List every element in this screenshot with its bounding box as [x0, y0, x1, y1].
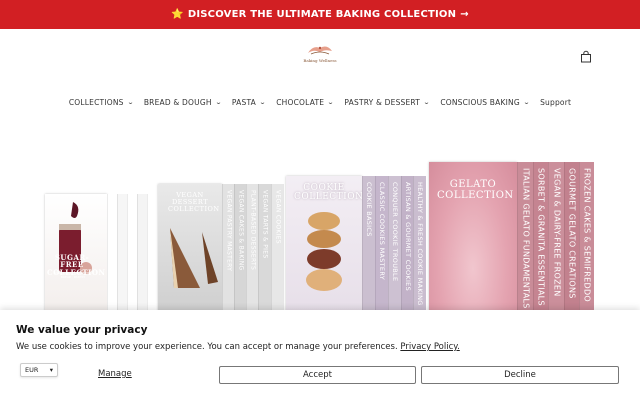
book-set-sugar-free[interactable]: SUGAR-FREE COLLECTION SUGAR-FREE DESSERT… — [45, 194, 157, 310]
chevron-down-icon: ⌄ — [327, 98, 335, 106]
book-spine — [127, 194, 137, 310]
chevron-down-icon: ⌄ — [258, 98, 267, 106]
cover-title: VEGAN DESSERT COLLECTION — [168, 191, 220, 213]
book-spine — [147, 194, 157, 310]
logo-mark-icon — [308, 46, 332, 55]
decline-button[interactable]: Decline — [421, 366, 619, 384]
nav-item-bread-dough[interactable]: BREAD & DOUGH ⌄ — [144, 95, 222, 109]
cart-button[interactable] — [579, 49, 593, 63]
book-cover: COOKIE COLLECTION — [286, 176, 364, 310]
book-spine: COOKIE BASICS — [362, 176, 375, 310]
book-spine — [107, 194, 117, 310]
currency-value: EUR — [25, 366, 39, 374]
cookie-consent-banner: We value your privacy We use cookies to … — [0, 310, 640, 400]
nav-item-conscious-baking[interactable]: CONSCIOUS BAKING ⌄ — [440, 95, 531, 109]
chevron-down-icon: ⌄ — [522, 98, 531, 106]
cover-title: GELATO COLLECTION — [437, 179, 514, 201]
announcement-text[interactable]: DISCOVER THE ULTIMATE BAKING COLLECTION — [188, 9, 456, 20]
book-cover: VEGAN DESSERT COLLECTION — [158, 184, 222, 310]
book-spines: VEGAN PASTRY MASTERY VEGAN CAKES & BAKIN… — [222, 184, 284, 310]
book-spine: FROZEN CAKES & SEMIFREDDO — [579, 162, 594, 310]
nav-item-chocolate[interactable]: CHOCOLATE ⌄ — [276, 95, 335, 109]
currency-select[interactable]: EUR ▾ — [20, 363, 58, 377]
book-set-gelato[interactable]: GELATO COLLECTION ITALIAN GELATO FUNDAME… — [429, 162, 594, 310]
book-set-vegan[interactable]: VEGAN DESSERT COLLECTION VEGAN PASTRY MA… — [158, 184, 284, 310]
book-spine: SORBET & GRANITA ESSENTIALS — [533, 162, 548, 310]
arrow-right-icon: → — [460, 9, 469, 20]
star-icon: ⭐ — [171, 9, 184, 20]
book-spines — [107, 194, 157, 310]
book-spines: ITALIAN GELATO FUNDAMENTALS SORBET & GRA… — [517, 162, 594, 310]
book-spine — [137, 194, 147, 310]
bag-icon — [581, 50, 591, 63]
book-spine: VEGAN COOKIES — [271, 184, 284, 310]
main-nav: COLLECTIONS ⌄ BREAD & DOUGH ⌄ PASTA ⌄ CHOCO… — [0, 95, 640, 109]
book-set-cookie[interactable]: COOKIE COLLECTION COOKIE BASICS CLASSIC … — [286, 176, 426, 310]
privacy-policy-link[interactable]: Privacy Policy. — [400, 342, 459, 352]
book-spine: ITALIAN GELATO FUNDAMENTALS — [517, 162, 533, 310]
pie-slice-icon — [170, 228, 218, 289]
book-spine: GOURMET GELATO CREATIONS — [564, 162, 579, 310]
nav-item-collections[interactable]: COLLECTIONS ⌄ — [69, 95, 134, 109]
book-spine: PLANT-BASED DESSERTS — [246, 184, 258, 310]
nav-item-pasta[interactable]: PASTA ⌄ — [232, 95, 267, 109]
book-cover: SUGAR-FREE COLLECTION SUGAR-FREE DESSERT… — [45, 194, 107, 310]
cookie-stack-icon — [306, 211, 342, 291]
book-spines: COOKIE BASICS CLASSIC COOKIES MASTERY CO… — [362, 176, 426, 310]
consent-text: We use cookies to improve your experienc… — [16, 342, 460, 352]
book-spine: CONQUER COOKIE TROUBLE — [388, 176, 401, 310]
chevron-down-icon: ⌄ — [214, 98, 222, 106]
nav-item-support[interactable]: Support — [540, 95, 571, 109]
book-spine: VEGAN CAKES & BAKING — [234, 184, 246, 310]
caret-down-icon: ▾ — [49, 366, 53, 374]
consent-title: We value your privacy — [16, 324, 148, 336]
site-header: Baking Wellness — [0, 29, 640, 89]
book-spine: HEALTHY & FRESH COOKIE MAKING — [413, 176, 426, 310]
chevron-down-icon: ⌄ — [423, 98, 431, 106]
book-spine: VEGAN PASTRY MASTERY — [222, 184, 234, 310]
nav-item-pastry-dessert[interactable]: PASTRY & DESSERT ⌄ — [344, 95, 431, 109]
logo-text: Baking Wellness — [303, 58, 337, 63]
book-spine: VEGAN TARTS & PIES — [258, 184, 271, 310]
manage-button[interactable]: Manage — [98, 369, 132, 379]
site-logo[interactable]: Baking Wellness — [296, 43, 344, 67]
announcement-bar[interactable]: ⭐ DISCOVER THE ULTIMATE BAKING COLLECTIO… — [0, 0, 640, 29]
accept-button[interactable]: Accept — [219, 366, 416, 384]
book-spine: VEGAN & DAIRY-FREE FROZEN — [548, 162, 564, 310]
cover-subtitle: SUGAR-FREE DESSERTS · BREAD · PASTRY — [54, 271, 92, 279]
book-spine: ARTISAN & GOURMET COOKIES — [401, 176, 413, 310]
book-spine: CLASSIC COOKIES MASTERY — [375, 176, 388, 310]
book-spine — [117, 194, 127, 310]
book-cover: GELATO COLLECTION — [429, 162, 517, 310]
chevron-down-icon: ⌄ — [126, 98, 134, 106]
hero-banner[interactable]: SUGAR-FREE COLLECTION SUGAR-FREE DESSERT… — [0, 118, 640, 310]
cover-title: COOKIE COLLECTION — [294, 183, 364, 203]
